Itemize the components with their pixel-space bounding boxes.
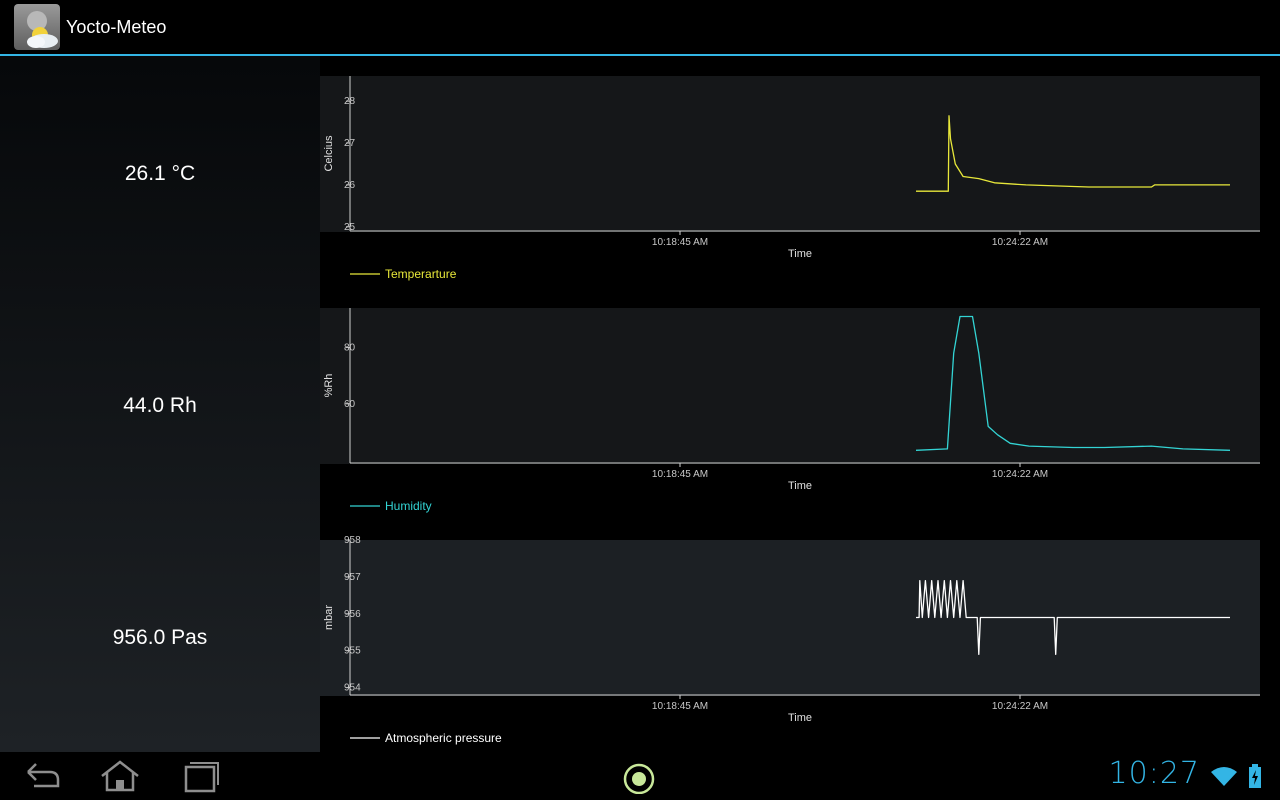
weather-app-icon[interactable] <box>14 4 60 50</box>
y-axis-label: Celcius <box>323 135 335 172</box>
x-tick-label: 10:18:45 AM <box>652 701 708 712</box>
chart-svg: 80 60 10:18:45 AM 10:24:22 AM Time %Rh Humidit… <box>320 308 1260 513</box>
x-tick-label: 10:24:22 AM <box>992 237 1048 248</box>
humidity-reading: 44.0 Rh <box>123 394 197 417</box>
chart-svg: 28 27 26 25 10:18:45 AM 10:24:22 AM Time Celciu… <box>320 76 1260 281</box>
y-tick-label: 956 <box>344 609 361 620</box>
y-tick-label: 27 <box>344 138 356 149</box>
y-tick-label: 80 <box>344 342 356 353</box>
back-button[interactable] <box>20 758 68 794</box>
system-nav-bar <box>0 752 1280 800</box>
y-tick-label: 954 <box>344 683 361 694</box>
recent-apps-icon <box>184 762 219 793</box>
y-tick-label: 28 <box>344 96 356 107</box>
x-tick-label: 10:24:22 AM <box>992 469 1048 480</box>
readings-panel: 26.1 °C 44.0 Rh 956.0 Pas <box>0 56 320 752</box>
y-tick-label: 25 <box>344 222 356 233</box>
x-tick-label: 10:24:22 AM <box>992 701 1048 712</box>
x-tick-label: 10:18:45 AM <box>652 469 708 480</box>
back-arrow-icon <box>27 763 60 788</box>
x-axis-label: Time <box>788 480 812 492</box>
recent-apps-button[interactable] <box>176 758 224 794</box>
center-target-button[interactable] <box>616 758 664 795</box>
y-tick-label: 26 <box>344 180 356 191</box>
y-axis-label: mbar <box>323 605 335 630</box>
x-axis-label: Time <box>788 712 812 724</box>
y-axis-label: %Rh <box>323 374 335 398</box>
x-axis-label: Time <box>788 248 812 260</box>
battery-charging-icon <box>1249 764 1261 788</box>
status-clock: 10:27 <box>1108 756 1200 791</box>
home-button[interactable] <box>96 758 144 794</box>
humidity-chart: 80 60 10:18:45 AM 10:24:22 AM Time %Rh Humidit… <box>320 288 1280 520</box>
legend-label: Atmospheric pressure <box>385 731 502 745</box>
x-tick-label: 10:18:45 AM <box>652 237 708 248</box>
y-tick-label: 955 <box>344 646 361 657</box>
wifi-icon <box>1211 767 1237 786</box>
legend-label: Temperarture <box>385 267 457 281</box>
temperature-chart: 28 27 26 25 10:18:45 AM 10:24:22 AM Time Celciu… <box>320 56 1280 288</box>
target-icon <box>623 763 655 795</box>
pressure-chart: 958 957 956 955 954 10:18:45 AM 10:24:22 AM Tim… <box>320 520 1280 752</box>
pressure-reading: 956.0 Pas <box>112 626 208 649</box>
temperature-reading: 26.1 °C <box>124 162 196 185</box>
charts-area: 28 27 26 25 10:18:45 AM 10:24:22 AM Time Celciu… <box>320 56 1280 752</box>
plot-background <box>320 308 1260 464</box>
app-title: Yocto-Meteo <box>66 16 167 37</box>
chart-svg: 958 957 956 955 954 10:18:45 AM 10:24:22 AM Tim… <box>320 535 1260 745</box>
action-bar: Yocto-Meteo <box>0 0 1280 56</box>
y-tick-label: 958 <box>344 535 361 546</box>
y-tick-label: 957 <box>344 572 361 583</box>
home-icon <box>101 760 139 792</box>
plot-background <box>320 76 1260 232</box>
y-tick-label: 60 <box>344 399 356 410</box>
legend-label: Humidity <box>385 499 432 513</box>
